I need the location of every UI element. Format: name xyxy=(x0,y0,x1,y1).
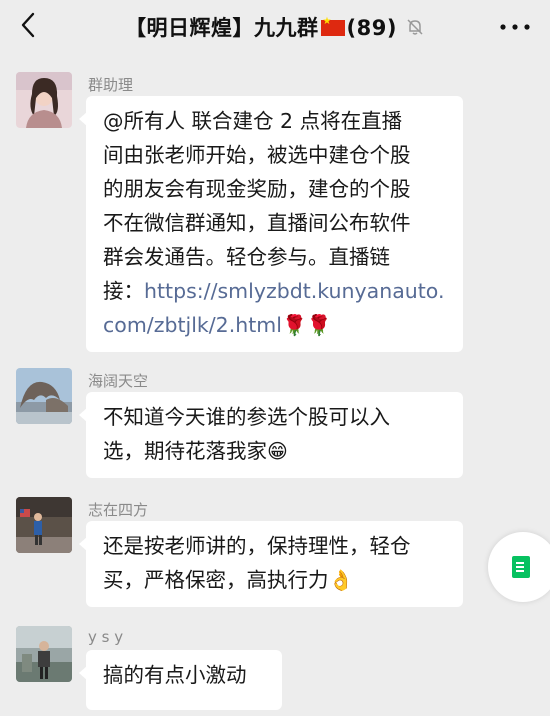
document-icon xyxy=(512,556,530,578)
message-text: 间由张老师开始，被选中建仓个股 xyxy=(103,143,411,167)
message-text: 群会发通告。轻仓参与。直播链 xyxy=(103,245,390,269)
message-text: 不在微信群通知，直播间公布软件 xyxy=(103,211,411,235)
ok-hand-icon: 👌 xyxy=(328,568,354,592)
sender-name: 海阔天空 xyxy=(88,372,149,390)
avatar[interactable] xyxy=(16,368,72,424)
member-count: (89) xyxy=(346,16,397,40)
message-bubble[interactable]: @所有人 联合建仓 2 点将在直播 间由张老师开始，被选中建仓个股 的朋友会有现… xyxy=(79,96,463,352)
rose-icon: 🌹🌹 xyxy=(281,313,332,337)
live-stream-link-continued[interactable]: com/zbtjlk/2.html xyxy=(103,313,282,337)
message-text: 还是按老师讲的，保持理性，轻仓 xyxy=(103,534,411,558)
message-bubble[interactable]: 不知道今天谁的参选个股可以入 选，期待花落我家😁 xyxy=(79,392,463,478)
sender-name: y s y xyxy=(88,628,124,646)
china-flag-icon xyxy=(320,16,345,36)
sender-name: 群助理 xyxy=(88,76,134,94)
chat-header: 【明日辉煌】九九群 (89) xyxy=(0,0,550,52)
message-bubble[interactable]: 搞的有点小激动 xyxy=(79,650,282,710)
group-name: 【明日辉煌】九九群 xyxy=(125,16,319,40)
sender-name: 志在四方 xyxy=(88,501,149,519)
avatar[interactable] xyxy=(16,626,72,682)
message-text: 接： xyxy=(103,279,144,303)
message-text: 选，期待花落我家 xyxy=(103,439,267,463)
avatar[interactable] xyxy=(16,72,72,128)
grinning-face-icon: 😁 xyxy=(267,439,288,463)
bell-off-icon xyxy=(407,19,423,35)
message-text: 不知道今天谁的参选个股可以入 xyxy=(103,405,390,429)
avatar[interactable] xyxy=(16,497,72,553)
live-stream-link[interactable]: https://smlyzbdt.kunyanauto. xyxy=(144,279,445,303)
message-text: 的朋友会有现金奖励，建仓的个股 xyxy=(103,177,411,201)
message-bubble[interactable]: 还是按老师讲的，保持理性，轻仓 买，严格保密，高执行力👌 xyxy=(79,521,463,607)
chat-title: 【明日辉煌】九九群 (89) xyxy=(0,12,550,42)
message-text: 搞的有点小激动 xyxy=(103,663,247,687)
message-text: 买，严格保密，高执行力 xyxy=(103,568,329,592)
more-dots-icon[interactable] xyxy=(500,24,530,30)
floating-notes-button[interactable] xyxy=(488,532,550,602)
message-text: @所有人 联合建仓 2 点将在直播 xyxy=(103,109,403,133)
